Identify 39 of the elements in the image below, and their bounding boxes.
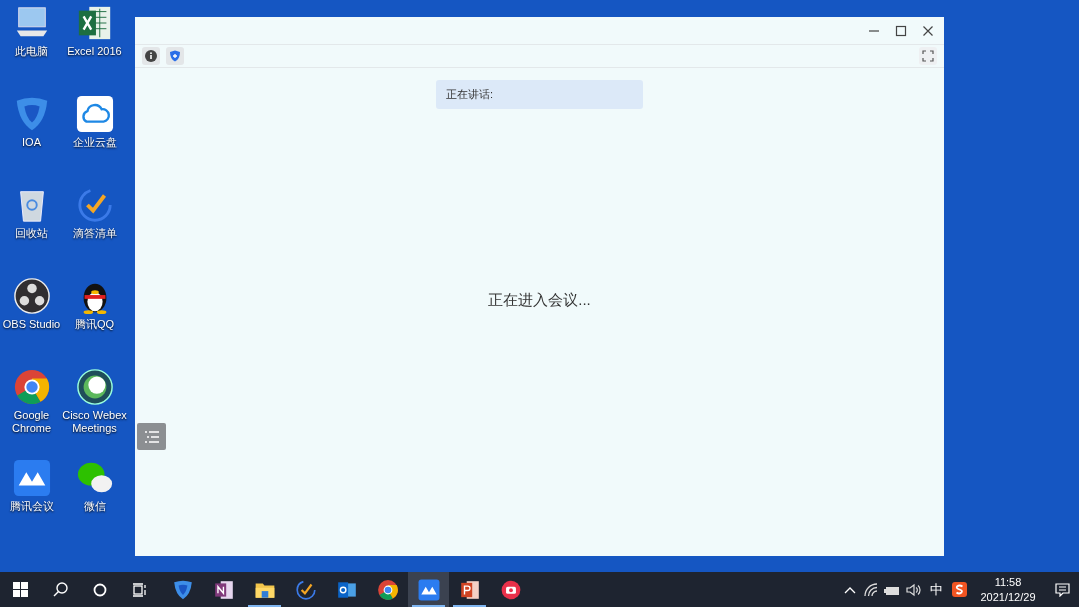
maximize-icon — [895, 24, 907, 37]
circle-icon — [93, 582, 107, 597]
notification-icon — [1054, 582, 1070, 597]
speaking-label: 正在讲话: — [446, 87, 494, 103]
cloud-icon — [75, 95, 114, 133]
taskbar-app-button[interactable] — [408, 572, 449, 607]
obs-logo-icon — [12, 277, 51, 315]
desktop-icon-label[interactable]: Cisco Webex Meetings — [58, 409, 131, 435]
slides-icon — [458, 578, 481, 601]
browser-logo-icon — [12, 368, 51, 406]
fullscreen-icon — [922, 50, 934, 62]
search-icon — [52, 582, 68, 597]
wifi-icon[interactable] — [864, 582, 878, 597]
speaker-icon[interactable] — [906, 582, 922, 597]
chevron-up-icon — [844, 585, 856, 594]
task-view-icon — [132, 582, 148, 597]
shield-icon — [171, 578, 194, 601]
security-button[interactable] — [166, 47, 184, 65]
list-icon — [144, 430, 159, 443]
input-method-s-icon[interactable] — [952, 582, 967, 597]
info-button[interactable] — [142, 47, 160, 65]
meeting-logo-icon — [12, 459, 51, 497]
joining-status: 正在进入会议... — [488, 290, 591, 310]
clock-button[interactable]: 11:58 2021/12/29 — [971, 572, 1045, 607]
checkmark-icon — [75, 186, 114, 224]
camera-icon — [499, 578, 522, 601]
browser-logo-icon — [376, 578, 399, 601]
notebook-icon — [212, 578, 235, 601]
checkmark-icon — [294, 578, 317, 601]
input-method-button[interactable]: 中 — [925, 572, 948, 607]
windows-logo-icon — [12, 582, 28, 597]
list-toggle-button[interactable] — [137, 423, 166, 450]
shield-icon — [169, 50, 181, 62]
fullscreen-button[interactable] — [919, 47, 937, 65]
desktop-icon-label[interactable]: OBS Studio — [0, 318, 68, 331]
ring-logo-icon — [75, 368, 114, 406]
close-icon — [922, 24, 934, 37]
info-icon — [145, 50, 157, 62]
meeting-logo-icon — [417, 578, 440, 601]
